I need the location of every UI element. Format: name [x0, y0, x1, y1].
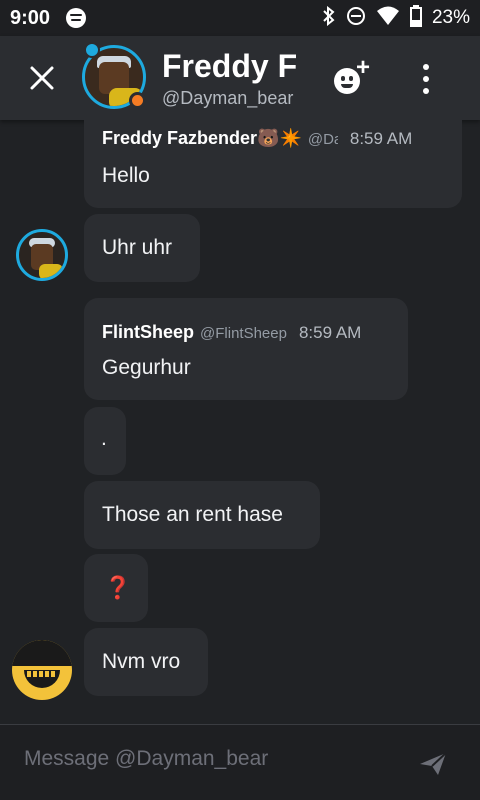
plus-icon: + — [356, 54, 371, 81]
close-button[interactable] — [26, 62, 58, 94]
wifi-icon — [376, 6, 400, 31]
send-icon[interactable] — [418, 751, 448, 777]
status-indicator — [129, 92, 146, 109]
message-text: Uhr uhr — [102, 236, 173, 259]
message-handle: @FlintSheep — [200, 325, 287, 342]
avatar[interactable] — [16, 229, 68, 281]
message-bubble[interactable]: FlintSheep @FlintSheep 8:59 AM Gegurhur — [84, 298, 408, 400]
author-emoji: 🐻✴️ — [257, 128, 302, 148]
bluetooth-icon — [322, 5, 336, 31]
message-text: Hello — [102, 164, 150, 187]
message-input[interactable]: Message @Dayman_bear — [24, 747, 268, 771]
message-author[interactable]: FlintSheep — [102, 322, 194, 343]
message-bubble[interactable]: . — [84, 407, 126, 475]
message-handle: @Da — [307, 131, 338, 148]
message-text: Nvm vro — [102, 650, 181, 673]
dm-header: Freddy Fa @Dayman_bear + — [0, 36, 480, 120]
add-to-dm-button[interactable]: + — [334, 54, 376, 98]
message-text: . — [101, 427, 107, 450]
message-author[interactable]: Freddy Fazbender — [102, 128, 257, 149]
dm-title[interactable]: Freddy Fa — [162, 48, 298, 85]
status-icons: 23% — [322, 4, 470, 32]
message-list[interactable]: Freddy Fazbender 🐻✴️ @Da 8:59 AM Hello U… — [0, 120, 480, 724]
message-composer: Message @Dayman_bear — [0, 724, 480, 800]
status-time: 9:00 — [10, 6, 51, 29]
message-text: Those an rent hase — [102, 503, 283, 526]
message-bubble[interactable]: Those an rent hase — [84, 481, 320, 549]
message-time: 8:59 AM — [349, 129, 413, 148]
battery-icon — [409, 4, 422, 32]
battery-percent: 23% — [431, 7, 470, 28]
more-options-icon[interactable] — [418, 64, 434, 94]
message-text: ❓ — [104, 575, 132, 600]
message-bubble[interactable]: ❓ — [84, 554, 148, 622]
message-time: 8:59 AM — [298, 323, 362, 342]
dm-username: @Dayman_bear — [162, 88, 294, 108]
avatar[interactable] — [12, 640, 72, 700]
close-icon — [30, 66, 54, 90]
status-bar: 9:00 23% — [0, 0, 480, 36]
message-bubble[interactable]: Uhr uhr — [84, 214, 200, 282]
message-text: Gegurhur — [102, 356, 191, 379]
do-not-disturb-icon — [346, 6, 366, 31]
avatar-decoration-icon — [84, 42, 100, 58]
spotify-icon — [66, 8, 87, 28]
message-bubble[interactable]: Nvm vro — [84, 628, 208, 696]
message-bubble[interactable]: Freddy Fazbender 🐻✴️ @Da 8:59 AM Hello — [84, 120, 462, 208]
